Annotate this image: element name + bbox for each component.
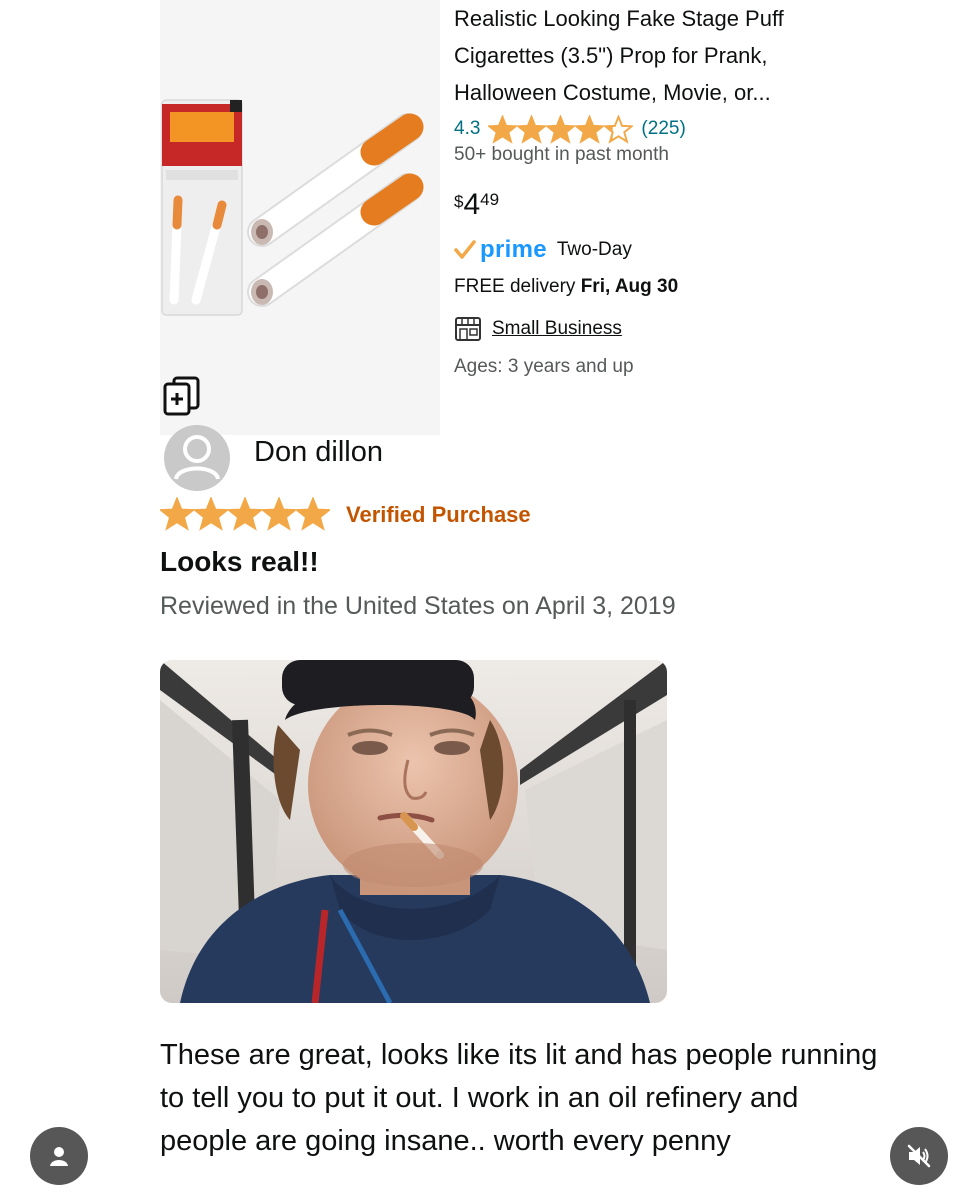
profile-button[interactable]: [30, 1127, 88, 1185]
bought-count: 50+ bought in past month: [454, 144, 669, 165]
rating-row[interactable]: 4.3 (225): [454, 112, 686, 146]
star-icon: [194, 497, 228, 531]
age-range: Ages: 3 years and up: [454, 356, 634, 377]
price-symbol: $: [454, 192, 464, 211]
compare-icon[interactable]: [160, 372, 204, 416]
review-photo[interactable]: [160, 660, 667, 1003]
reviewer-name[interactable]: Don dillon: [254, 436, 383, 469]
star-icon: [546, 114, 576, 144]
product-title[interactable]: Realistic Looking Fake Stage Puff Cigare…: [454, 0, 874, 111]
muted-speaker-icon: [907, 1144, 931, 1168]
review-date: Reviewed in the United States on April 3…: [160, 592, 676, 620]
prime-check-icon: [454, 240, 476, 259]
prime-delivery: Two-Day: [556, 239, 632, 260]
verified-purchase-badge: Verified Purchase: [346, 502, 531, 527]
mute-button[interactable]: [890, 1127, 948, 1185]
star-icon: [296, 497, 330, 531]
price: $ 4 49: [454, 186, 499, 224]
review-body: These are great, looks like its lit and …: [160, 1039, 878, 1157]
prime-badge: prime Two-Day: [454, 236, 632, 264]
star-icon: [517, 114, 547, 144]
star-icon: [488, 114, 518, 144]
storefront-icon: [455, 317, 481, 341]
free-delivery: FREE delivery Fri, Aug 30: [454, 276, 678, 298]
star-icon: [228, 497, 262, 531]
product-image[interactable]: [160, 0, 440, 435]
rating-count[interactable]: (225): [641, 118, 685, 140]
rating-value: 4.3: [454, 118, 481, 139]
star-icon: [604, 114, 634, 144]
star-icon: [160, 497, 194, 531]
price-whole: 4: [463, 188, 481, 221]
small-business-link[interactable]: Small Business: [454, 316, 622, 342]
free-delivery-prefix: FREE delivery: [454, 276, 576, 297]
review-rating-stars: [160, 497, 330, 531]
small-business-label[interactable]: Small Business: [492, 318, 622, 340]
person-icon: [50, 1147, 68, 1166]
reviewer-avatar[interactable]: [164, 425, 230, 491]
star-icon: [575, 114, 605, 144]
prime-label: prime: [480, 236, 547, 263]
free-delivery-date: Fri, Aug 30: [580, 276, 679, 297]
review-title: Looks real!!: [160, 546, 319, 577]
product-rating-stars[interactable]: [488, 114, 634, 144]
star-icon: [262, 497, 296, 531]
price-fraction: 49: [480, 190, 500, 209]
